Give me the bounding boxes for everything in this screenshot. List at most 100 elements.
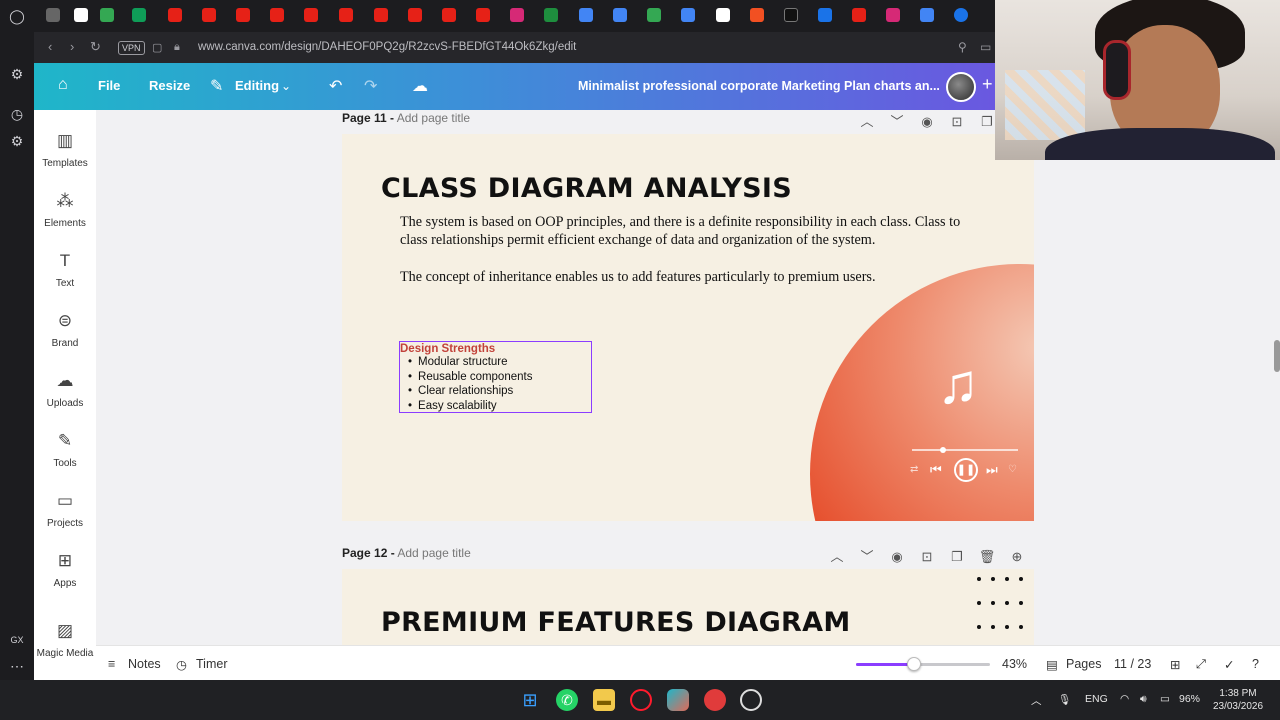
bookmark-gamepad-icon[interactable] xyxy=(46,8,60,22)
bookmark-app-icon[interactable] xyxy=(954,8,968,22)
move-up-icon[interactable]: ︿ xyxy=(822,546,852,565)
editing-mode-button[interactable]: Editing xyxy=(235,78,279,93)
sidebar-item-tools[interactable]: ✎ Tools xyxy=(34,430,96,469)
settings-icon[interactable]: ⚙ xyxy=(7,131,27,151)
sidebar-item-templates[interactable]: ▥ Templates xyxy=(34,130,96,169)
language-indicator[interactable]: ENG xyxy=(1085,693,1108,705)
volume-icon[interactable]: 🔊︎ xyxy=(1140,693,1147,706)
timer-button[interactable]: Timer xyxy=(196,657,227,671)
canvas-area[interactable]: Page 11 - Add page title ︿﹀◉⊡❐🗑︎ CLASS D… xyxy=(96,110,1280,645)
move-down-icon[interactable]: ﹀ xyxy=(882,111,912,130)
duplicate-icon[interactable]: ❐ xyxy=(942,549,972,565)
bookmark-app-icon[interactable] xyxy=(544,8,558,22)
resize-button[interactable]: Resize xyxy=(149,78,190,93)
bookmark-docs-icon[interactable] xyxy=(681,8,695,22)
bookmark-app-icon[interactable] xyxy=(818,8,832,22)
zoom-slider-knob[interactable] xyxy=(906,657,921,671)
slide-title[interactable]: CLASS DIAGRAM ANALYSIS xyxy=(381,173,792,204)
windows-start-icon[interactable]: ⊞ xyxy=(519,689,541,711)
hide-icon[interactable]: ◉ xyxy=(882,549,912,565)
cloud-saved-icon[interactable]: ☁ xyxy=(412,76,428,96)
chevron-down-icon[interactable]: ⌄ xyxy=(281,79,291,93)
whatsapp-icon[interactable]: ✆ xyxy=(556,689,578,711)
sidebar-item-text[interactable]: T Text xyxy=(34,250,96,289)
move-down-icon[interactable]: ﹀ xyxy=(852,546,882,565)
sidebar-item-apps[interactable]: ⊞ Apps xyxy=(34,550,96,589)
vpn-badge[interactable]: VPN xyxy=(118,41,145,55)
bookmark-document-icon[interactable] xyxy=(74,8,88,22)
bookmark-docs-icon[interactable] xyxy=(920,8,934,22)
slide-title[interactable]: PREMIUM FEATURES DIAGRAM xyxy=(381,607,851,638)
dot-pattern-graphic[interactable] xyxy=(972,577,1032,645)
grid-view-icon[interactable]: ⊞ xyxy=(1170,657,1180,672)
help-icon[interactable]: ? xyxy=(1252,657,1259,671)
slide-paragraph[interactable]: The system is based on OOP principles, a… xyxy=(400,213,990,249)
tab-icon[interactable]: ▢ xyxy=(152,41,162,54)
bookmark-app-icon[interactable] xyxy=(750,8,764,22)
bookmark-youtube-icon[interactable] xyxy=(408,8,422,22)
reload-icon[interactable]: ↻ xyxy=(90,39,101,55)
pages-button[interactable]: Pages xyxy=(1066,657,1101,671)
timer-icon[interactable]: ◷ xyxy=(176,657,187,672)
page-title-input[interactable]: Add page title xyxy=(397,111,470,125)
opera-logo-icon[interactable]: ◯ xyxy=(7,6,27,26)
bookmark-docs-icon[interactable] xyxy=(579,8,593,22)
bookmark-tradingview-icon[interactable] xyxy=(784,8,798,22)
notes-icon[interactable]: ≡ xyxy=(108,657,115,671)
orange-circle-graphic[interactable] xyxy=(810,264,1034,521)
battery-icon[interactable]: ▭ xyxy=(1160,693,1170,705)
opera-gx-icon[interactable] xyxy=(630,689,652,711)
slide-page-12[interactable]: PREMIUM FEATURES DIAGRAM xyxy=(342,569,1034,645)
design-strengths-textbox[interactable]: Design Strengths Modular structure Reusa… xyxy=(399,341,592,413)
sidebar-item-magic-media[interactable]: ▨ Magic Media xyxy=(34,620,96,659)
bookmark-youtube-icon[interactable] xyxy=(442,8,456,22)
delete-icon[interactable]: 🗑︎ xyxy=(972,549,1002,565)
bookmark-drive-icon[interactable] xyxy=(100,8,114,22)
bookmark-sheets-icon[interactable] xyxy=(132,8,146,22)
bookmark-youtube-icon[interactable] xyxy=(236,8,250,22)
sidebar-item-uploads[interactable]: ☁ Uploads xyxy=(34,370,96,409)
system-clock[interactable]: 1:38 PM 23/03/2026 xyxy=(1208,687,1268,713)
zoom-percent[interactable]: 43% xyxy=(1002,657,1027,671)
bookmark-youtube-icon[interactable] xyxy=(339,8,353,22)
snapshot-icon[interactable]: ▭ xyxy=(980,40,991,54)
notes-button[interactable]: Notes xyxy=(128,657,161,671)
redo-icon[interactable]: ↷ xyxy=(364,76,377,96)
add-collaborator-icon[interactable]: + xyxy=(982,74,993,95)
bookmark-docs-icon[interactable] xyxy=(613,8,627,22)
slide-page-11[interactable]: CLASS DIAGRAM ANALYSIS The system is bas… xyxy=(342,134,1034,521)
bookmark-youtube-icon[interactable] xyxy=(168,8,182,22)
app-icon[interactable] xyxy=(704,689,726,711)
bookmark-instagram-icon[interactable] xyxy=(886,8,900,22)
bookmark-chatgpt-icon[interactable] xyxy=(716,8,730,22)
lock-icon[interactable]: ⊡ xyxy=(942,114,972,130)
obs-icon[interactable] xyxy=(740,689,762,711)
home-icon[interactable]: ⌂ xyxy=(58,76,68,94)
page-title-input[interactable]: Add page title xyxy=(397,546,470,560)
url-field[interactable]: www.canva.com/design/DAHEOF0PQ2g/R2zcvS-… xyxy=(198,41,576,53)
bookmark-instagram-icon[interactable] xyxy=(510,8,524,22)
add-page-icon[interactable]: ⊕ xyxy=(1002,549,1032,565)
bookmark-drive-icon[interactable] xyxy=(647,8,661,22)
zoom-slider[interactable] xyxy=(856,657,990,671)
bookmark-youtube-icon[interactable] xyxy=(270,8,284,22)
gx-control-icon[interactable]: ⚙ xyxy=(7,64,27,84)
bookmark-youtube-icon[interactable] xyxy=(374,8,388,22)
forward-icon[interactable]: › xyxy=(70,39,74,54)
vertical-scrollbar[interactable] xyxy=(1274,340,1280,372)
sidebar-item-elements[interactable]: ⁂ Elements xyxy=(34,190,96,229)
bookmark-youtube-icon[interactable] xyxy=(202,8,216,22)
file-explorer-icon[interactable]: ▬ xyxy=(593,689,615,711)
design-title[interactable]: Minimalist professional corporate Market… xyxy=(578,79,940,93)
move-up-icon[interactable]: ︿ xyxy=(852,111,882,130)
avatar[interactable] xyxy=(946,72,976,102)
pin-icon[interactable]: ⚲ xyxy=(958,40,967,54)
lock-icon[interactable]: 🔒︎ xyxy=(174,41,180,54)
undo-icon[interactable]: ↶ xyxy=(329,76,342,96)
sidebar-item-brand[interactable]: ⊜ Brand xyxy=(34,310,96,349)
pages-icon[interactable]: ▤ xyxy=(1046,657,1058,672)
file-menu[interactable]: File xyxy=(98,78,120,93)
lock-icon[interactable]: ⊡ xyxy=(912,549,942,565)
hide-icon[interactable]: ◉ xyxy=(912,114,942,130)
wifi-icon[interactable]: ◠ xyxy=(1120,693,1129,705)
